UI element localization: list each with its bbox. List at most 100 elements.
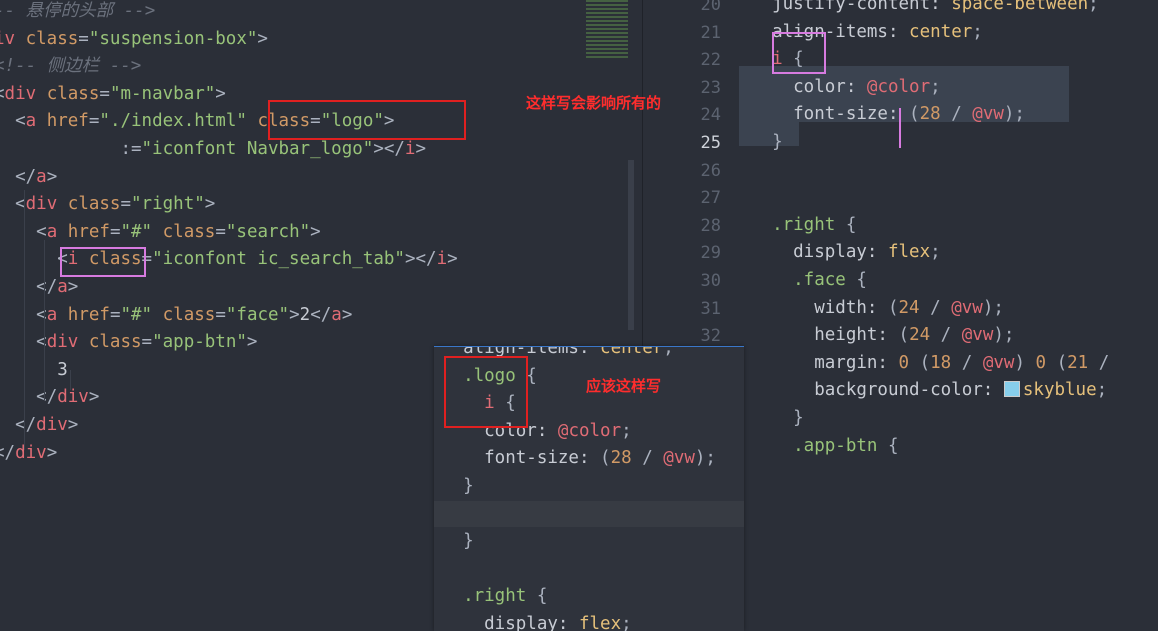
code-token: div: [25, 194, 68, 215]
code-token: -- 悬停的头部 -->: [0, 1, 156, 21]
code-token: >: [447, 249, 458, 270]
code-token: class: [25, 28, 79, 49]
code-token: class: [46, 83, 100, 104]
line-number: 27: [700, 188, 721, 209]
code-line: <!-- 侧边栏 -->: [0, 53, 141, 81]
code-token: /: [1088, 352, 1110, 373]
code-token: font-size:: [442, 448, 601, 469]
code-token: </: [15, 415, 37, 435]
code-token: flex: [887, 242, 931, 263]
code-token: =: [88, 111, 100, 132]
code-token: =: [215, 221, 226, 242]
code-line: -- 悬停的头部 -->: [0, 0, 155, 26]
code-token: display:: [442, 614, 579, 631]
code-line: <div class="right">: [0, 191, 215, 219]
code-line: justify-content: space-between;: [751, 0, 1099, 19]
code-token: ;: [1096, 380, 1108, 401]
line-number: 28: [700, 215, 721, 236]
code-token: }: [442, 531, 474, 552]
code-line: </div>: [0, 384, 99, 412]
code-token: );: [1003, 104, 1025, 125]
code-token: /: [951, 352, 983, 373]
code-token: >: [215, 83, 226, 104]
code-token: div: [46, 332, 89, 353]
code-line: <div class="m-navbar">: [0, 81, 226, 109]
annotation-box-i-selector: [772, 32, 826, 74]
indent-guide: [70, 370, 71, 390]
code-line: }: [442, 473, 474, 501]
code-token: "iconfont Navbar_logo": [141, 139, 374, 159]
code-line: .face {: [751, 267, 867, 295]
code-token: "app-btn": [152, 332, 247, 353]
code-token: background-color:: [751, 380, 1004, 401]
code-token: .face: [751, 270, 857, 290]
code-token: );: [694, 448, 716, 469]
code-line: }: [442, 528, 474, 556]
code-token: 28: [610, 448, 632, 469]
code-line: display: flex;: [751, 239, 941, 267]
code-token: <: [15, 111, 26, 132]
code-token: href: [67, 221, 110, 242]
annotation-box-logo-selector: [444, 356, 528, 428]
code-token: display:: [751, 242, 888, 263]
code-token: {: [536, 586, 548, 607]
code-token: "right": [131, 194, 205, 215]
code-token: @vw: [951, 297, 983, 318]
code-token: );: [982, 297, 1004, 318]
code-token: =: [109, 304, 121, 325]
code-token: =: [215, 304, 226, 325]
code-token: /: [940, 104, 973, 125]
code-token: href: [46, 111, 89, 132]
code-token: href: [67, 304, 110, 325]
code-token: height:: [751, 325, 899, 346]
code-token: =: [109, 221, 121, 242]
code-line: :="iconfont Navbar_logo"></i>: [0, 136, 426, 164]
vertical-scrollbar[interactable]: [628, 160, 634, 330]
code-line: display: flex;: [442, 611, 632, 631]
code-token: ;: [1088, 0, 1099, 14]
code-token: :=: [120, 139, 142, 159]
code-token: =: [120, 194, 132, 215]
code-token: </: [36, 277, 58, 297]
code-line: width: (32 / @vw);: [751, 460, 1004, 462]
code-token: =: [99, 83, 110, 104]
code-token: >: [289, 304, 300, 325]
code-line: <a href="#" class="face">2</a>: [0, 302, 352, 330]
line-number: 21: [700, 22, 721, 43]
code-token: </: [310, 304, 332, 325]
code-token: a: [46, 221, 68, 242]
code-token: 24: [909, 325, 931, 346]
code-token: >: [67, 277, 79, 297]
code-token: >: [46, 442, 58, 463]
code-token: "#": [120, 221, 163, 242]
code-token: @vw: [961, 325, 994, 346]
code-line: </div>: [0, 412, 78, 440]
code-token: (: [887, 297, 899, 318]
code-token: (: [909, 104, 920, 125]
code-token: justify-content:: [751, 0, 952, 14]
code-token: }: [751, 132, 783, 152]
color-swatch-icon: [1003, 381, 1020, 398]
code-token: }: [751, 408, 804, 428]
code-token: a: [36, 166, 47, 187]
code-token: >: [246, 332, 258, 353]
code-token: </: [36, 387, 58, 408]
code-token: 21: [1067, 352, 1089, 373]
code-token: class: [162, 221, 216, 242]
code-token: 18: [930, 352, 952, 373]
code-token: center: [909, 21, 973, 42]
code-token: a: [57, 277, 68, 297]
code-line: }: [751, 129, 783, 157]
code-line: margin: 0 (18 / @vw) 0 (21 /: [751, 350, 1109, 378]
code-token: ;: [621, 614, 632, 631]
line-number: 31: [700, 298, 721, 319]
code-line: </div>: [0, 440, 57, 468]
minimap[interactable]: [586, 0, 628, 60]
code-token: {: [845, 214, 857, 235]
code-token: ></: [373, 139, 405, 159]
code-line: <div class="app-btn">: [0, 329, 257, 357]
